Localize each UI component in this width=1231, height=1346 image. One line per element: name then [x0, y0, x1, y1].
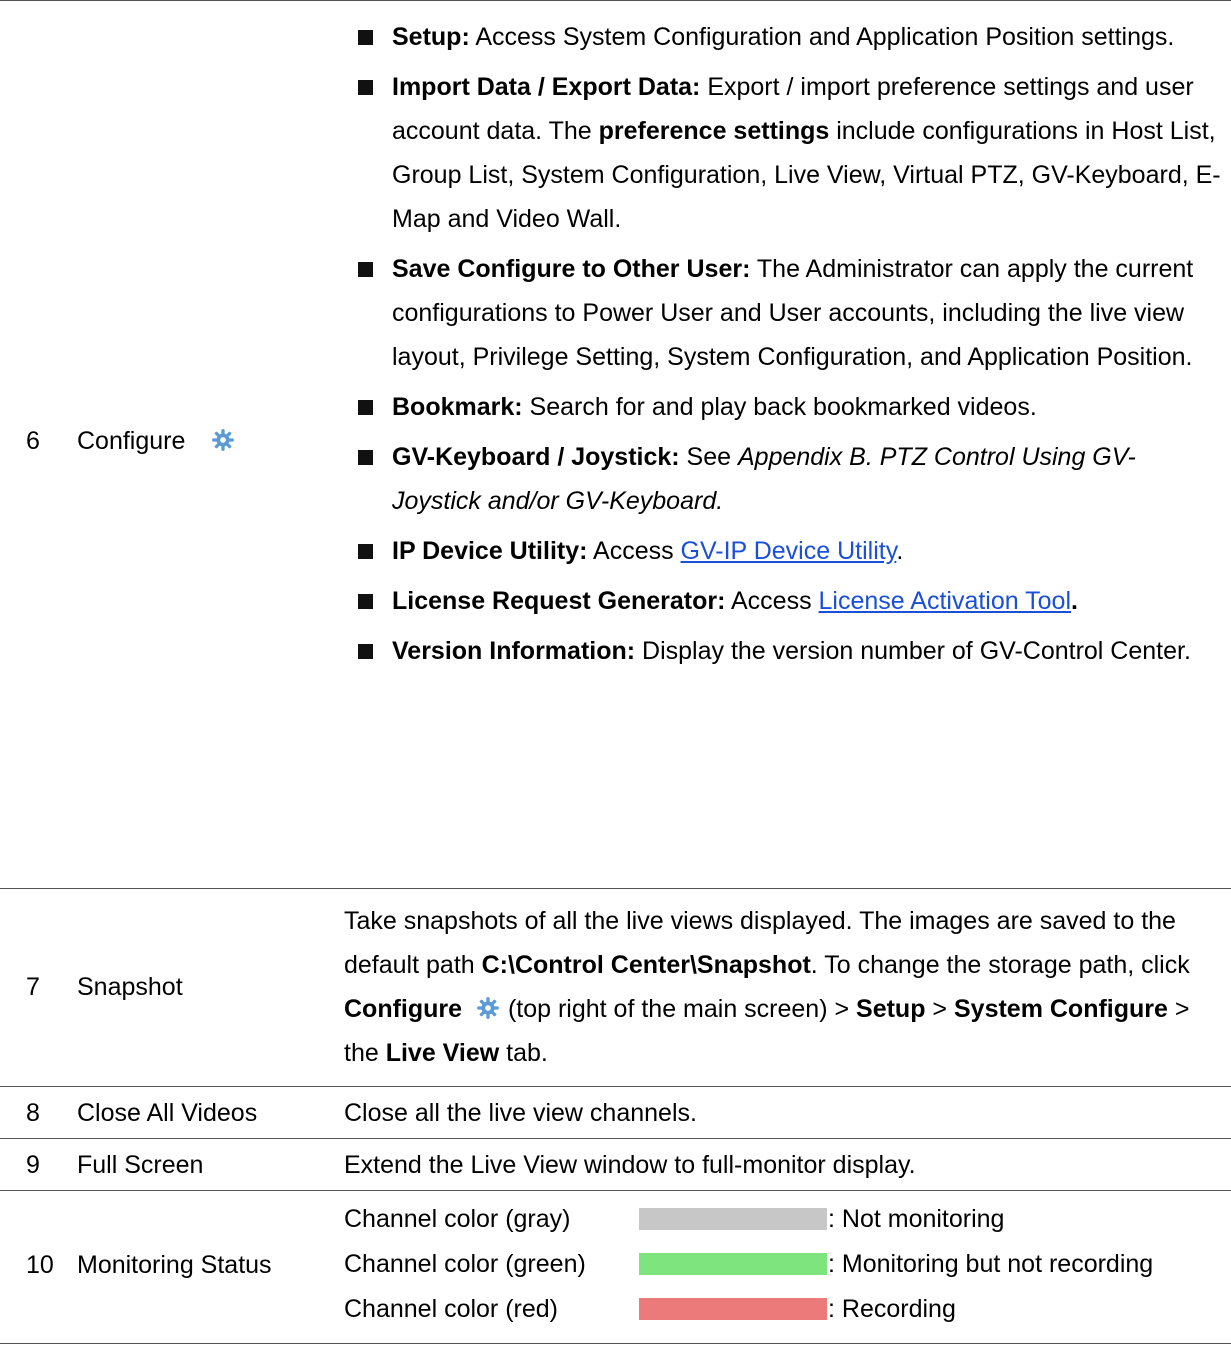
- row-number: 9: [26, 1151, 40, 1179]
- gv-ip-device-utility-link[interactable]: GV-IP Device Utility: [681, 537, 897, 565]
- item-description: Extend the Live View window to full-moni…: [344, 1151, 916, 1179]
- channel-color-gray-label: Channel color (gray): [344, 1205, 571, 1233]
- license-activation-tool-link[interactable]: License Activation Tool: [819, 587, 1071, 615]
- row-number: 6: [26, 427, 40, 455]
- gray-swatch: [639, 1208, 827, 1230]
- list-item: IP Device Utility: Access GV-IP Device U…: [344, 529, 1224, 573]
- item-name: Monitoring Status: [77, 1251, 272, 1279]
- configure-options-list: Setup: Access System Configuration and A…: [344, 15, 1224, 679]
- gear-icon: [212, 429, 235, 451]
- item-name: Configure: [77, 419, 236, 463]
- list-item: Setup: Access System Configuration and A…: [344, 15, 1224, 59]
- table-row-monitoring-status: 10 Monitoring Status Channel color (gray…: [0, 1190, 1231, 1344]
- channel-color-red-label: Channel color (red): [344, 1295, 558, 1323]
- channel-color-green-label: Channel color (green): [344, 1250, 586, 1278]
- item-description: Close all the live view channels.: [344, 1099, 697, 1127]
- row-number: 10: [26, 1251, 54, 1279]
- snapshot-description: Take snapshots of all the live views dis…: [344, 907, 1190, 1067]
- item-name: Full Screen: [77, 1151, 204, 1179]
- item-name: Snapshot: [77, 973, 183, 1001]
- table-row-close-all-videos: 8 Close All Videos Close all the live vi…: [0, 1086, 1231, 1138]
- list-item: GV-Keyboard / Joystick: See Appendix B. …: [344, 435, 1224, 523]
- table-row-full-screen: 9 Full Screen Extend the Live View windo…: [0, 1138, 1231, 1190]
- red-swatch: [639, 1298, 827, 1320]
- gear-icon: [477, 997, 499, 1019]
- row-number: 8: [26, 1099, 40, 1127]
- table-row-snapshot: 7 Snapshot Take snapshots of all the liv…: [0, 888, 1231, 1086]
- green-status: : Monitoring but not recording: [828, 1250, 1154, 1278]
- gray-status: : Not monitoring: [828, 1205, 1005, 1233]
- row-number: 7: [26, 973, 40, 1001]
- list-item: License Request Generator: Access Licens…: [344, 579, 1224, 623]
- list-item: Import Data / Export Data: Export / impo…: [344, 65, 1224, 241]
- list-item: Save Configure to Other User: The Admini…: [344, 247, 1224, 379]
- list-item: Bookmark: Search for and play back bookm…: [344, 385, 1224, 429]
- green-swatch: [639, 1253, 827, 1275]
- list-item: Version Information: Display the version…: [344, 629, 1224, 673]
- item-name: Close All Videos: [77, 1099, 258, 1127]
- red-status: : Recording: [828, 1295, 956, 1323]
- table-row-configure: 6 Configure Setup: Access System Configu…: [0, 0, 1231, 888]
